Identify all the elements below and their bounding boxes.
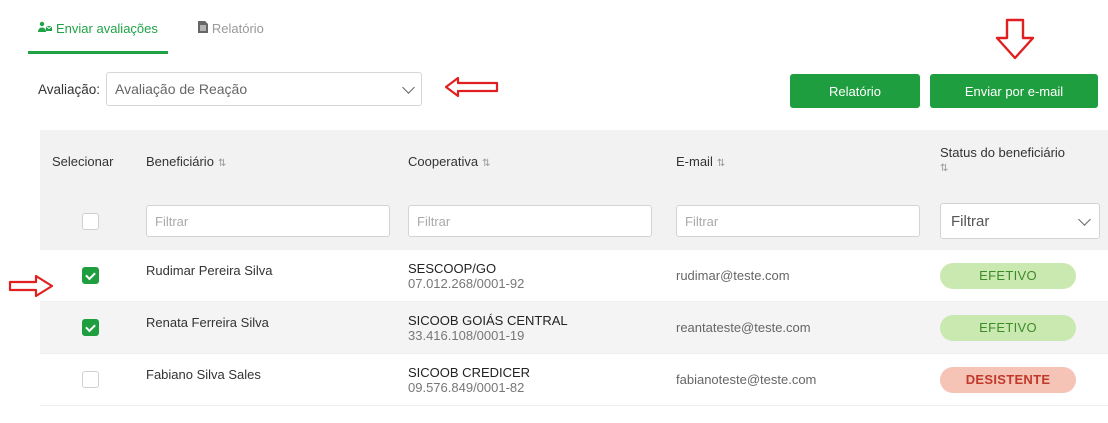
header-label: Status do beneficiário — [940, 145, 1066, 160]
sort-icon[interactable]: ⇅ — [482, 158, 490, 169]
cooperative-cell: SICOOB CREDICER 09.576.849/0001-82 — [398, 365, 664, 395]
table-row: Rudimar Pereira Silva SESCOOP/GO 07.012.… — [40, 250, 1108, 302]
cooperative-cell: SICOOB GOIÁS CENTRAL 33.416.108/0001-19 — [398, 313, 664, 343]
header-select: Selecionar — [52, 153, 114, 169]
annotation-arrow-right-icon — [8, 274, 54, 298]
beneficiary-filter-input[interactable]: Filtrar — [146, 205, 390, 237]
email-cell: reantateste@teste.com — [676, 320, 811, 335]
header-label: Beneficiário — [146, 153, 214, 169]
sort-icon[interactable]: ⇅ — [717, 158, 725, 169]
tab-label: Enviar avaliações — [56, 20, 158, 36]
status-badge: DESISTENTE — [940, 366, 1076, 393]
header-beneficiary[interactable]: Beneficiário ⇅ — [136, 154, 398, 169]
cooperative-cell: SESCOOP/GO 07.012.268/0001-92 — [398, 261, 664, 291]
beneficiary-name: Renata Ferreira Silva — [146, 315, 269, 330]
header-label: Cooperativa — [408, 153, 479, 169]
tab-bar: Enviar avaliações Relatório — [28, 8, 274, 54]
report-button[interactable]: Relatório — [790, 74, 920, 108]
chevron-down-icon — [402, 80, 415, 94]
row-checkbox[interactable] — [82, 371, 99, 388]
annotation-arrow-down-icon — [995, 18, 1035, 60]
email-cell: fabianoteste@teste.com — [676, 372, 817, 387]
header-cooperative[interactable]: Cooperativa ⇅ — [398, 154, 664, 169]
chevron-down-icon — [1078, 212, 1091, 226]
cooperative-cnpj: 09.576.849/0001-82 — [408, 379, 525, 395]
status-filter-value: Filtrar — [951, 212, 990, 230]
status-badge: EFETIVO — [940, 314, 1076, 341]
table-header: Selecionar Beneficiário ⇅ Cooperativa ⇅ E-… — [40, 130, 1108, 192]
tab-label: Relatório — [211, 20, 264, 36]
beneficiary-name: Fabiano Silva Sales — [146, 367, 261, 382]
cooperative-name: SESCOOP/GO — [408, 260, 497, 276]
cooperative-name: SICOOB CREDICER — [408, 364, 531, 380]
document-icon — [197, 20, 208, 36]
annotation-arrow-left-icon — [444, 76, 499, 98]
cooperative-cnpj: 33.416.108/0001-19 — [408, 327, 525, 343]
evaluation-select[interactable]: Avaliação de Reação — [106, 72, 423, 106]
email-filter-input[interactable]: Filtrar — [676, 205, 920, 237]
header-email[interactable]: E-mail ⇅ — [664, 154, 930, 169]
email-cell: rudimar@teste.com — [676, 268, 790, 283]
cooperative-cnpj: 07.012.268/0001-92 — [408, 275, 525, 291]
status-badge: EFETIVO — [940, 262, 1076, 289]
header-status[interactable]: Status do beneficiário ⇅ — [930, 145, 1100, 177]
evaluation-label: Avaliação: — [38, 81, 101, 97]
evaluation-row: Avaliação: Avaliação de Reação — [38, 72, 423, 106]
tab-enviar-avaliacoes[interactable]: Enviar avaliações — [28, 8, 168, 54]
row-checkbox[interactable] — [82, 319, 99, 336]
sort-icon[interactable]: ⇅ — [940, 161, 1100, 177]
table-row: Fabiano Silva Sales SICOOB CREDICER 09.5… — [40, 354, 1108, 406]
row-checkbox[interactable] — [82, 267, 99, 284]
beneficiaries-table: Selecionar Beneficiário ⇅ Cooperativa ⇅ E-… — [40, 130, 1108, 406]
select-all-checkbox[interactable] — [82, 212, 99, 230]
filter-row: Filtrar Filtrar Filtrar Filtrar — [40, 192, 1108, 250]
tab-relatorio[interactable]: Relatório — [188, 8, 274, 48]
cooperative-name: SICOOB GOIÁS CENTRAL — [408, 312, 568, 328]
sort-icon[interactable]: ⇅ — [218, 158, 226, 169]
table-row: Renata Ferreira Silva SICOOB GOIÁS CENTR… — [40, 302, 1108, 354]
header-label: E-mail — [676, 153, 713, 169]
users-send-icon — [38, 21, 53, 36]
send-email-button[interactable]: Enviar por e-mail — [930, 74, 1098, 108]
cooperative-filter-input[interactable]: Filtrar — [408, 205, 652, 237]
evaluation-selected-value: Avaliação de Reação — [115, 81, 248, 97]
status-filter-select[interactable]: Filtrar — [940, 203, 1100, 239]
beneficiary-name: Rudimar Pereira Silva — [146, 263, 273, 278]
